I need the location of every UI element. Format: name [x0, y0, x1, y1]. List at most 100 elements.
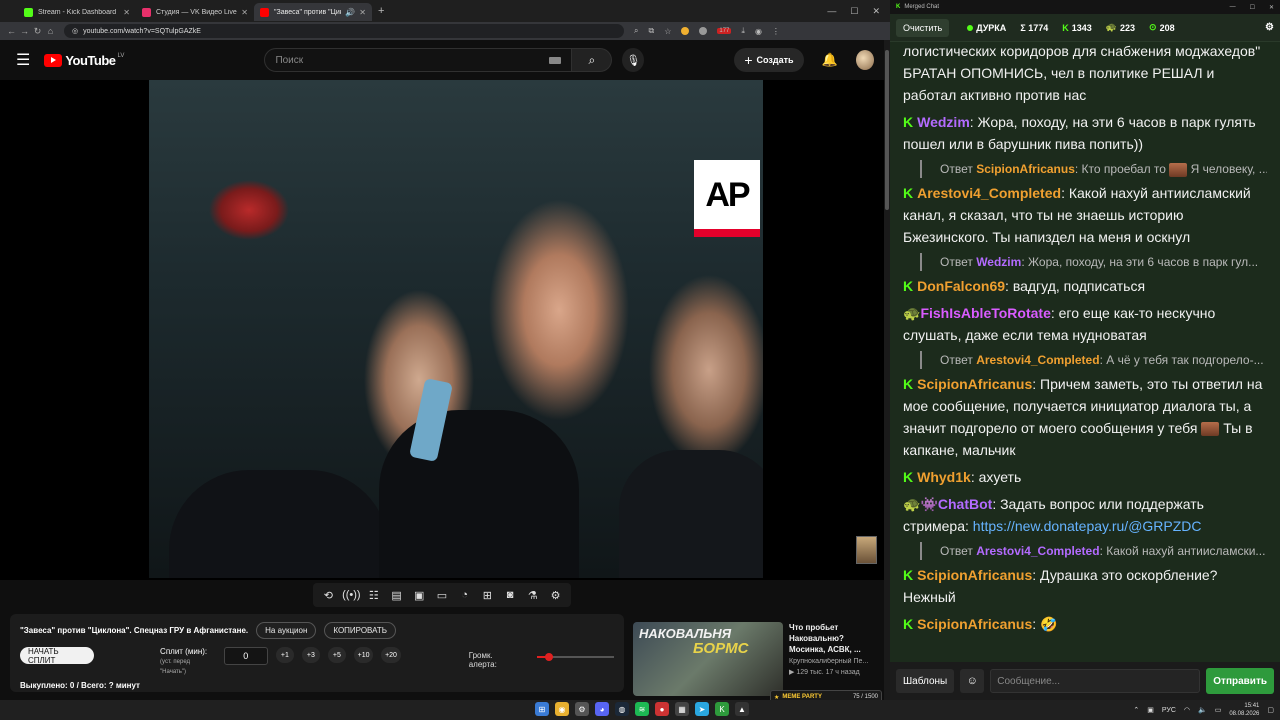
start-menu-icon[interactable]: ⊞	[535, 702, 549, 716]
alert-volume-slider[interactable]	[536, 653, 614, 661]
site-info-icon[interactable]: ◎	[72, 27, 78, 35]
youtube-logo[interactable]: YouTube LV	[44, 53, 124, 68]
recommended-title[interactable]: Что пробьет Наковальню? Мосинка, АСВК, .…	[789, 622, 873, 655]
forward-icon[interactable]: →	[19, 26, 30, 36]
message-user[interactable]: ScipionAfricanus	[917, 567, 1032, 583]
start-split-button[interactable]: НАЧАТЬ СПЛИТ	[20, 647, 95, 665]
recommended-channel[interactable]: Крупнокалиберный Пе...	[789, 658, 873, 665]
close-icon[interactable]: ✕	[241, 8, 248, 17]
increment-button[interactable]: +5	[327, 647, 346, 663]
hamburger-menu-icon[interactable]: ☰	[16, 50, 30, 70]
message-user[interactable]: ChatBot	[938, 496, 992, 512]
reply-quote[interactable]: Ответ Wedzim: Жора, походу, на эти 6 час…	[920, 253, 1267, 271]
loop-icon[interactable]: ⟲	[319, 589, 337, 602]
add-frame-icon[interactable]: ⊞	[478, 589, 496, 602]
close-icon[interactable]: ✕	[123, 8, 130, 17]
chat-app-icon[interactable]: K	[715, 702, 729, 716]
battery-icon[interactable]: ▭	[1215, 706, 1222, 714]
download-icon[interactable]: ⤓	[741, 26, 745, 36]
language-indicator[interactable]: РУС	[1162, 707, 1176, 714]
picture-in-picture-icon[interactable]: ▣	[410, 589, 428, 602]
menu-kebab-icon[interactable]: ⋮	[772, 27, 780, 36]
speed-icon[interactable]: ◔	[456, 589, 474, 601]
clock[interactable]: 15:41 08.08.2026	[1229, 702, 1259, 718]
send-button[interactable]: Отправить	[1206, 668, 1274, 694]
tab-vk-studio[interactable]: Студия — VK Видео Live ✕	[136, 3, 254, 21]
close-window-icon[interactable]: ✕	[872, 6, 880, 17]
new-tab-button[interactable]: +	[378, 5, 384, 17]
extension-icon[interactable]	[699, 27, 708, 35]
increment-button[interactable]: +1	[275, 647, 294, 663]
increment-button[interactable]: +20	[381, 647, 401, 663]
search-button[interactable]: ⌕	[572, 48, 613, 72]
minimize-icon[interactable]: —	[1230, 4, 1236, 11]
url-field[interactable]: ◎ youtube.com/watch?v=SQTulpGAZkE	[64, 24, 624, 38]
split-minutes-input[interactable]: 0	[223, 647, 268, 665]
clapper-icon[interactable]: ▤	[388, 589, 406, 602]
close-icon[interactable]: ✕	[359, 8, 366, 17]
copy-button[interactable]: КОПИРОВАТЬ	[324, 622, 396, 639]
keyboard-icon[interactable]	[549, 56, 562, 64]
extension-badge[interactable]: 177	[717, 28, 732, 34]
audio-icon[interactable]: 🔊	[345, 8, 355, 17]
video-player[interactable]: AP	[0, 80, 884, 580]
increment-button[interactable]: +3	[301, 647, 320, 663]
video-frame[interactable]	[149, 80, 763, 578]
increment-button[interactable]: +10	[353, 647, 374, 663]
gear-icon[interactable]: ⚙	[547, 589, 565, 602]
reply-quote[interactable]: Ответ ScipionAfricanus: Кто проебал то Я…	[920, 160, 1267, 178]
tab-youtube-video[interactable]: "Завеса" против "Циклона" 🔊 ✕	[254, 3, 372, 21]
screenshot-icon[interactable]: ◙	[501, 589, 519, 601]
message-user[interactable]: Arestovi4_Completed	[917, 185, 1061, 201]
cinema-mode-icon[interactable]: ▭	[433, 589, 451, 602]
gear-icon[interactable]: ⚙	[1265, 22, 1274, 33]
bookmark-star-icon[interactable]: ☆	[664, 27, 671, 36]
scrollbar-thumb[interactable]	[885, 50, 889, 210]
volume-icon[interactable]: 🔈	[1198, 706, 1207, 714]
flask-icon[interactable]: ⚗	[524, 589, 542, 602]
chrome-icon[interactable]: ◉	[555, 702, 569, 716]
wifi-icon[interactable]: ◠	[1184, 706, 1190, 714]
steam-icon[interactable]: ◍	[615, 702, 629, 716]
message-user[interactable]: ScipionAfricanus	[917, 376, 1032, 392]
tray-chevron-icon[interactable]: ⌃	[1133, 706, 1139, 714]
emoji-button[interactable]: ☺	[960, 669, 985, 693]
extension-icon[interactable]	[681, 27, 690, 35]
settings-app-icon[interactable]: ⚙	[575, 702, 589, 716]
miniplayer-thumbnail[interactable]	[856, 536, 877, 564]
minimize-icon[interactable]: —	[827, 6, 836, 17]
app-icon[interactable]: ▦	[675, 702, 689, 716]
slider-knob[interactable]	[544, 653, 553, 661]
recommended-video[interactable]: НАКОВАЛЬНЯ БОРМС Что пробьет Наковальню?…	[633, 622, 873, 696]
spotify-icon[interactable]: ≋	[635, 702, 649, 716]
recommended-thumbnail[interactable]: НАКОВАЛЬНЯ БОРМС	[633, 622, 783, 696]
voice-search-button[interactable]: 🎙	[622, 48, 645, 72]
playlist-icon[interactable]: ☷	[365, 589, 383, 602]
app-icon[interactable]: ▲	[735, 702, 749, 716]
cast-icon[interactable]: ⧉	[648, 26, 654, 36]
message-input[interactable]: Сообщение...	[990, 669, 1201, 693]
obs-icon[interactable]: ●	[655, 702, 669, 716]
templates-button[interactable]: Шаблоны	[896, 669, 955, 693]
broadcast-icon[interactable]: ((•))	[342, 589, 361, 601]
message-user[interactable]: ScipionAfricanus	[917, 616, 1032, 632]
close-window-icon[interactable]: ✕	[1269, 4, 1274, 11]
discord-icon[interactable]: ◕	[595, 702, 609, 716]
notifications-icon[interactable]: ▢	[1267, 706, 1274, 714]
zoom-icon[interactable]: ⌕	[634, 26, 638, 36]
tray-app-icon[interactable]: ▣	[1147, 706, 1154, 714]
reply-quote[interactable]: Ответ Arestovi4_Completed: А чё у тебя т…	[920, 351, 1267, 369]
telegram-icon[interactable]: ➤	[695, 702, 709, 716]
back-icon[interactable]: ←	[6, 26, 17, 36]
clear-chat-button[interactable]: Очистить	[896, 18, 950, 37]
maximize-icon[interactable]: ☐	[1250, 4, 1255, 11]
notifications-bell-icon[interactable]: 🔔	[822, 52, 838, 68]
donate-link[interactable]: https://new.donatepay.ru/@GRPZDC	[973, 518, 1202, 534]
chat-messages[interactable]: логистических коридоров для снабжения мо…	[890, 42, 1280, 662]
message-user[interactable]: DonFalcon69	[917, 278, 1005, 294]
profile-icon[interactable]: ◉	[755, 27, 762, 36]
message-user[interactable]: Whyd1k	[917, 469, 971, 485]
reload-icon[interactable]: ↻	[32, 26, 43, 37]
search-input[interactable]: Поиск	[264, 48, 573, 72]
avatar[interactable]	[855, 50, 874, 70]
